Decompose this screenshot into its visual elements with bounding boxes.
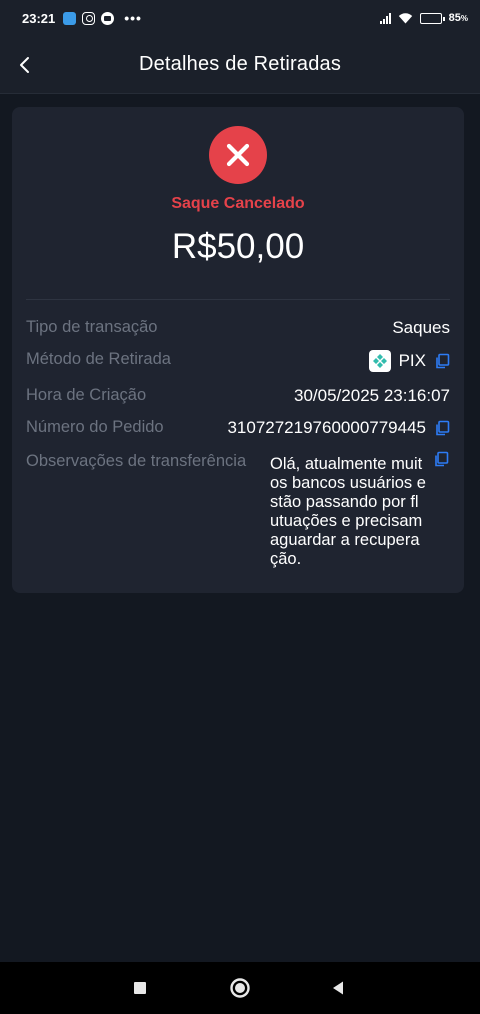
copy-icon[interactable]: [434, 353, 450, 369]
app-header: Detalhes de Retiradas: [0, 36, 480, 94]
square-icon: [134, 982, 146, 994]
transaction-type-label: Tipo de transação: [26, 318, 158, 336]
row-withdraw-method: Método de Retirada PIX: [26, 350, 450, 372]
row-order-number: Número do Pedido 310727219760000779445: [26, 418, 450, 438]
chevron-left-icon: [20, 57, 29, 73]
copy-order-number-icon[interactable]: [434, 420, 450, 436]
system-nav-bar: [0, 962, 480, 1014]
row-created-at: Hora de Criação 30/05/2025 23:16:07: [26, 386, 450, 406]
transfer-notes-label: Observações de transferência: [26, 452, 247, 470]
withdrawal-detail-card: Saque Cancelado R$50,00 Tipo de transaçã…: [12, 107, 464, 593]
divider: [26, 299, 450, 300]
withdraw-method-value: PIX: [398, 351, 426, 370]
battery-percent: 85%: [448, 12, 468, 24]
youtube-icon: [101, 11, 115, 25]
recent-apps-button[interactable]: [128, 976, 152, 1000]
pix-icon: [368, 350, 391, 372]
overflow-dots: •••: [124, 10, 142, 26]
withdrawal-status: Saque Cancelado: [171, 195, 305, 212]
back-nav-button[interactable]: [326, 976, 350, 1000]
message-app-icon: [63, 11, 77, 25]
withdrawal-amount: R$50,00: [171, 227, 305, 266]
page-title: Detalhes de Retiradas: [138, 53, 342, 75]
triangle-back-icon: [333, 981, 343, 995]
close-circle-icon: [209, 126, 267, 184]
back-button[interactable]: [10, 50, 40, 80]
status-bar: 23:21 ••• 85%: [0, 0, 480, 36]
transaction-type-value: Saques: [392, 318, 450, 337]
signal-icon: [379, 12, 391, 24]
battery-icon: [419, 12, 445, 24]
wifi-icon: [398, 12, 413, 24]
withdraw-method-label: Método de Retirada: [26, 350, 171, 368]
order-number-label: Número do Pedido: [26, 418, 164, 436]
created-at-label: Hora de Criação: [26, 386, 147, 404]
created-at-value: 30/05/2025 23:16:07: [294, 386, 450, 405]
row-transaction-type: Tipo de transação Saques: [26, 318, 450, 338]
instagram-icon: [82, 11, 96, 25]
transfer-notes-value: Olá, atualmente muitos bancos usuários e…: [270, 455, 426, 568]
status-app-icons: •••: [63, 10, 142, 26]
circle-icon: [230, 978, 250, 998]
home-button[interactable]: [228, 976, 252, 1000]
order-number-value: 310727219760000779445: [227, 418, 426, 437]
status-time: 23:21: [22, 10, 56, 26]
copy-notes-icon[interactable]: [433, 451, 449, 467]
